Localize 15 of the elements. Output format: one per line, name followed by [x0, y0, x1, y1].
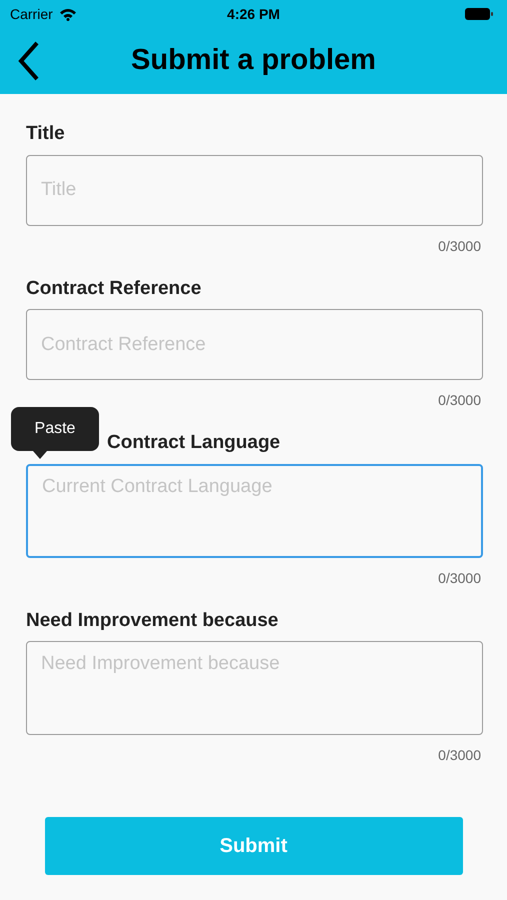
- carrier-label: Carrier: [10, 4, 53, 24]
- field-label: Title: [26, 122, 65, 146]
- chevron-left-icon: [17, 41, 41, 81]
- character-counter: 0/3000: [438, 391, 481, 410]
- battery-icon: [465, 8, 493, 20]
- tooltip-pointer-icon: [33, 451, 47, 459]
- field-label: Contract Reference: [26, 276, 202, 300]
- wifi-icon: [58, 8, 77, 20]
- character-counter: 0/3000: [438, 568, 481, 588]
- character-counter: 0/3000: [438, 746, 481, 765]
- character-counter: 0/3000: [438, 236, 481, 256]
- clock-time: 4:26 PM: [227, 4, 280, 24]
- field-label: Need Improvement because: [26, 608, 278, 632]
- field-label: Contract Language: [107, 431, 280, 455]
- page-title: Submit a problem: [131, 43, 376, 78]
